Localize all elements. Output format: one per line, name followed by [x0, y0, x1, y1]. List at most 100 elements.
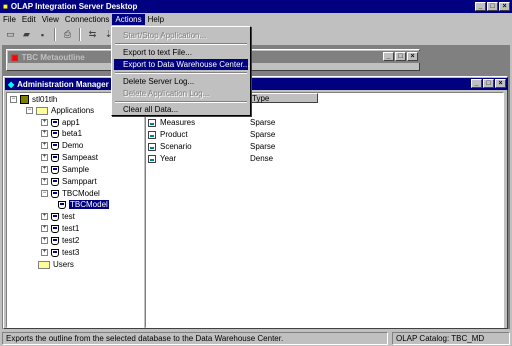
- metaoutline-title: TBC Metaoutline: [21, 52, 85, 62]
- dimension-row[interactable]: Product: [148, 129, 188, 140]
- admin-maximize-button[interactable]: □: [483, 79, 494, 88]
- admin-close-button[interactable]: ×: [495, 79, 506, 88]
- collapse-icon[interactable]: −: [26, 107, 33, 114]
- expand-icon[interactable]: +: [41, 130, 48, 137]
- application-icon: [51, 212, 59, 221]
- tree-node-label: test2: [62, 236, 80, 245]
- toolbar-separator: [79, 28, 81, 41]
- status-catalog: OLAP Catalog: TBC_MD: [392, 332, 510, 345]
- menu-item-delete-server-log[interactable]: Delete Server Log...: [114, 76, 248, 87]
- print-icon[interactable]: ⎙: [61, 29, 74, 41]
- menu-item-clear-all[interactable]: Clear all Data...: [114, 104, 248, 115]
- tree-node-app[interactable]: + test2: [41, 235, 79, 246]
- admin-title-bar[interactable]: ◆ Administration Manager _ □ ×: [5, 78, 508, 90]
- save-icon[interactable]: ▪: [36, 29, 49, 41]
- dimension-name: Product: [160, 130, 188, 139]
- dimension-row[interactable]: Scenario: [148, 141, 192, 152]
- application-icon: [51, 141, 59, 150]
- toolbar-separator: [54, 28, 56, 41]
- dimension-name: Scenario: [160, 142, 192, 151]
- tree-node-label: Samppart: [62, 177, 97, 186]
- folder-icon: [36, 106, 48, 115]
- application-icon: [51, 248, 59, 257]
- menu-help[interactable]: Help: [145, 14, 167, 25]
- menu-separator: [115, 43, 247, 45]
- tree-node-app[interactable]: + Sample: [41, 164, 89, 175]
- menu-separator: [115, 101, 247, 103]
- tree-node-app[interactable]: + test1: [41, 223, 79, 234]
- menu-edit[interactable]: Edit: [19, 14, 39, 25]
- column-header-type[interactable]: Type: [248, 93, 318, 103]
- dimension-list-pane[interactable]: [145, 92, 504, 328]
- app-title-bar: ■ OLAP Integration Server Desktop _ □ ×: [0, 0, 512, 13]
- dimension-icon: [148, 118, 156, 127]
- open-folder-icon[interactable]: ▰: [20, 29, 33, 41]
- tree-node-label: TBCModel: [69, 200, 109, 209]
- application-icon: [51, 165, 59, 174]
- close-button[interactable]: ×: [499, 2, 510, 11]
- tree-node-app[interactable]: + test3: [41, 247, 79, 258]
- application-icon: [51, 177, 59, 186]
- expand-icon[interactable]: +: [41, 237, 48, 244]
- admin-minimize-button[interactable]: _: [471, 79, 482, 88]
- tree-node-applications[interactable]: − Applications: [26, 105, 94, 116]
- collapse-icon[interactable]: −: [10, 96, 17, 103]
- metaoutline-maximize-button[interactable]: □: [395, 52, 406, 61]
- expand-icon[interactable]: +: [41, 178, 48, 185]
- expand-icon[interactable]: +: [41, 166, 48, 173]
- tree-node-label: beta1: [62, 129, 83, 138]
- tree-node-label: Applications: [51, 106, 95, 115]
- dimension-row[interactable]: Measures: [148, 117, 195, 128]
- application-icon: [51, 129, 59, 138]
- menu-actions[interactable]: Actions: [112, 14, 145, 25]
- menu-bar: File Edit View Connections Actions Help: [0, 13, 512, 26]
- expand-icon[interactable]: +: [41, 119, 48, 126]
- menu-item-export-text[interactable]: Export to text File...: [114, 47, 248, 58]
- dimension-type: Sparse: [250, 118, 276, 127]
- tree-node-users[interactable]: Users: [38, 259, 74, 270]
- menu-view[interactable]: View: [39, 14, 62, 25]
- expand-icon[interactable]: +: [41, 213, 48, 220]
- tree-node-label: Users: [53, 260, 74, 269]
- tree-node-label: Sample: [62, 165, 90, 174]
- tree-node-app[interactable]: + Samppart: [41, 176, 97, 187]
- tree-node-app[interactable]: − TBCModel: [41, 188, 100, 199]
- tree-node-app[interactable]: + Sampeast: [41, 152, 98, 163]
- maximize-button[interactable]: □: [487, 2, 498, 11]
- metaoutline-minimize-button[interactable]: _: [383, 52, 394, 61]
- expand-icon[interactable]: +: [41, 154, 48, 161]
- tree-node-label: app1: [62, 118, 80, 127]
- tree-node-database-selected[interactable]: TBCModel: [58, 199, 109, 210]
- dimension-type: Sparse: [250, 142, 276, 151]
- dimension-icon: [148, 130, 156, 139]
- tree-node-server[interactable]: − stl01tlh: [10, 94, 57, 105]
- expand-icon[interactable]: +: [41, 142, 48, 149]
- dimension-row[interactable]: Year: [148, 153, 176, 164]
- expand-icon[interactable]: +: [41, 249, 48, 256]
- metaoutline-icon: ▣: [11, 52, 19, 62]
- tree-node-app[interactable]: + beta1: [41, 128, 82, 139]
- tree-node-app[interactable]: + Demo: [41, 140, 83, 151]
- connect-icon[interactable]: ⇆: [86, 29, 99, 41]
- dimension-name: Measures: [160, 118, 196, 127]
- menu-item-export-dwc[interactable]: Export to Data Warehouse Center...: [114, 59, 249, 70]
- tree-node-label: stl01tlh: [32, 95, 58, 104]
- app-title: OLAP Integration Server Desktop: [10, 2, 138, 11]
- menu-file[interactable]: File: [0, 14, 19, 25]
- application-icon: [51, 224, 59, 233]
- tree-node-label: test: [62, 212, 75, 221]
- database-icon: [58, 200, 66, 209]
- application-icon: [51, 118, 59, 127]
- tree-node-app[interactable]: + app1: [41, 117, 80, 128]
- tree-node-app[interactable]: + test: [41, 211, 75, 222]
- metaoutline-close-button[interactable]: ×: [407, 52, 418, 61]
- application-icon: [51, 236, 59, 245]
- expand-icon[interactable]: +: [41, 225, 48, 232]
- menu-connections[interactable]: Connections: [62, 14, 112, 25]
- menu-item-delete-app-log: Delete Application Log...: [123, 89, 210, 98]
- minimize-button[interactable]: _: [475, 2, 486, 11]
- application-icon: [51, 153, 59, 162]
- collapse-icon[interactable]: −: [41, 190, 48, 197]
- tree-node-label: Sampeast: [62, 153, 99, 162]
- new-icon[interactable]: ▭: [4, 29, 17, 41]
